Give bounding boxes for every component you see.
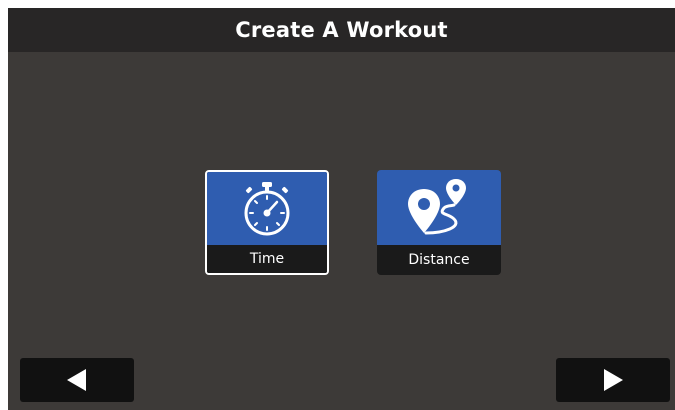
back-button[interactable] [20,358,134,402]
next-button[interactable] [556,358,670,402]
distance-tile-icon-area [377,170,501,245]
distance-tile-label: Distance [377,245,501,275]
triangle-right-icon [604,369,623,391]
time-tile-label: Time [207,245,327,273]
triangle-left-icon [67,369,86,391]
map-route-icon [408,178,466,234]
page-title: Create A Workout [235,18,448,42]
workout-screen: Create A Workout Time Distance [8,8,675,410]
stopwatch-icon [244,181,290,235]
time-tile-icon-area [207,172,327,245]
title-bar: Create A Workout [8,8,675,52]
distance-option-tile[interactable]: Distance [377,170,501,275]
time-option-tile[interactable]: Time [205,170,329,275]
